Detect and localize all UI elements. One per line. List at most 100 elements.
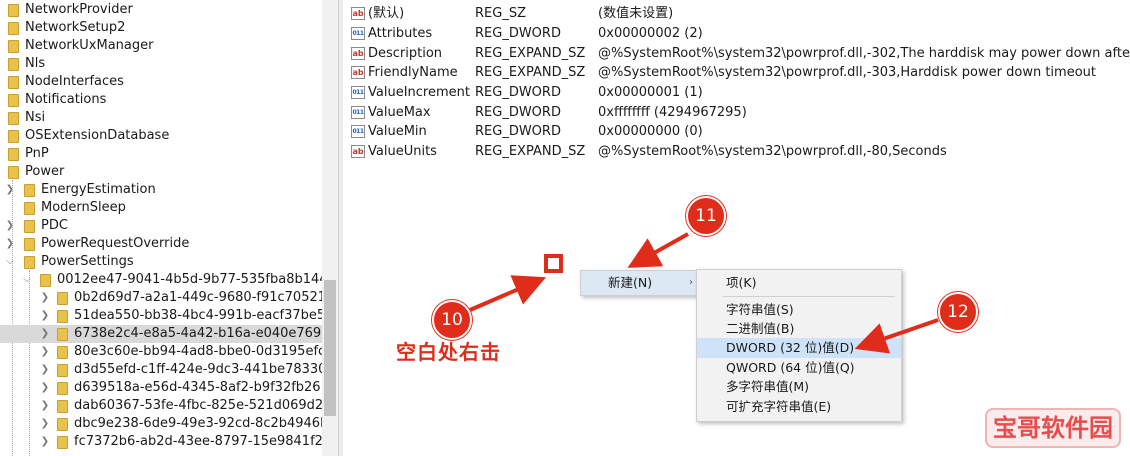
chevron-right-icon[interactable]: ❯ xyxy=(40,397,50,415)
chevron-down-icon[interactable]: ⌵ xyxy=(22,271,32,289)
tree-scrollbar-thumb[interactable] xyxy=(324,280,336,416)
tree-item-powersettings[interactable]: ⌵ PowerSettings xyxy=(0,253,338,271)
click-target-marker xyxy=(544,254,563,273)
tree-item-label: 0b2d69d7-a2a1-449c-9680-f91c70521c60 xyxy=(74,290,338,305)
tree-item-label: dab60367-53fe-4fbc-825e-521d069d2456 xyxy=(74,398,338,413)
tree-item-networkuxmanager[interactable]: NetworkUxManager xyxy=(0,37,338,55)
tree-item-power[interactable]: Power xyxy=(0,163,338,181)
value-data: @%SystemRoot%\system32\powrprof.dll,-303… xyxy=(598,65,1096,80)
chevron-right-icon[interactable]: ❯ xyxy=(40,433,50,451)
tree-item-powerrequestoverride[interactable]: ❯ PowerRequestOverride xyxy=(0,235,338,253)
value-row[interactable]: 011 Attributes REG_DWORD 0x00000002 (2) xyxy=(343,24,1130,43)
chevron-right-icon[interactable]: ❯ xyxy=(40,415,50,433)
folder-icon xyxy=(24,184,35,197)
value-type: REG_EXPAND_SZ xyxy=(475,65,586,80)
submenu-item-dword-value[interactable]: DWORD (32 位)值(D) xyxy=(697,338,901,358)
value-row[interactable]: 011 ValueMax REG_DWORD 0xffffffff (42949… xyxy=(343,103,1130,122)
value-row[interactable]: 011 ValueMin REG_DWORD 0x00000000 (0) xyxy=(343,122,1130,141)
value-row[interactable]: ab FriendlyName REG_EXPAND_SZ @%SystemRo… xyxy=(343,63,1130,82)
value-row[interactable]: ab ValueUnits REG_EXPAND_SZ @%SystemRoot… xyxy=(343,142,1130,161)
value-type: REG_EXPAND_SZ xyxy=(475,144,586,159)
value-row[interactable]: ab (默认) REG_SZ (数值未设置) xyxy=(343,4,1130,23)
tree-item-guid[interactable]: ❯ 0b2d69d7-a2a1-449c-9680-f91c70521c60 xyxy=(0,289,338,307)
chevron-right-icon[interactable]: ❯ xyxy=(40,379,50,397)
binary-value-icon: 011 xyxy=(351,125,365,138)
tree-item-modernsleep[interactable]: ModernSleep xyxy=(0,199,338,217)
chevron-right-icon[interactable]: ❯ xyxy=(40,343,50,361)
tree-item-pnp[interactable]: PnP xyxy=(0,145,338,163)
value-name: FriendlyName xyxy=(368,65,458,80)
tree-item-guid[interactable]: ⌵ 0012ee47-9041-4b5d-9b77-535fba8b1442 xyxy=(0,271,338,289)
folder-icon xyxy=(57,418,68,431)
chevron-down-icon[interactable]: ⌵ xyxy=(5,253,15,271)
tree-item-guid-selected[interactable]: ❯ 6738e2c4-e8a5-4a42-b16a-e040e769756e xyxy=(0,325,338,343)
submenu-item-multi-string-value[interactable]: 多字符串值(M) xyxy=(697,377,901,397)
tree-item-guid[interactable]: ❯ dbc9e238-6de9-49e3-92cd-8c2b4946b472 xyxy=(0,415,338,433)
value-data: 0x00000001 (1) xyxy=(598,85,703,100)
tree-item-guid[interactable]: ❯ 51dea550-bb38-4bc4-991b-eacf37be5ec8 xyxy=(0,307,338,325)
annotation-caption: 空白处右击 xyxy=(396,340,501,364)
tree-item-guid[interactable]: ❯ d3d55efd-c1ff-424e-9dc3-441be7833010 xyxy=(0,361,338,379)
tree-item-guid[interactable]: ❯ 80e3c60e-bb94-4ad8-bbe0-0d3195efc663 xyxy=(0,343,338,361)
folder-icon xyxy=(24,238,35,251)
new-submenu: 项(K) 字符串值(S) 二进制值(B) DWORD (32 位)值(D) QW… xyxy=(696,269,902,422)
value-row[interactable]: ab Description REG_EXPAND_SZ @%SystemRoo… xyxy=(343,44,1130,63)
folder-icon xyxy=(57,328,68,341)
chevron-right-icon[interactable]: ❯ xyxy=(40,325,50,343)
step-badge-10: 10 xyxy=(432,300,472,340)
tree-item-osextensiondatabase[interactable]: OSExtensionDatabase xyxy=(0,127,338,145)
tree-item-nls[interactable]: Nls xyxy=(0,55,338,73)
folder-icon xyxy=(8,40,19,53)
tree-item-networksetup2[interactable]: NetworkSetup2 xyxy=(0,19,338,37)
tree-item-label: NetworkUxManager xyxy=(25,38,154,53)
chevron-right-icon[interactable]: ❯ xyxy=(5,217,15,235)
submenu-item-label: DWORD (32 位)值(D) xyxy=(726,340,855,355)
tree-item-label: NetworkSetup2 xyxy=(25,20,126,35)
tree-item-nodeinterfaces[interactable]: NodeInterfaces xyxy=(0,73,338,91)
tree-item-label: NodeInterfaces xyxy=(25,74,124,89)
chevron-right-icon[interactable]: ❯ xyxy=(5,235,15,253)
tree-item-energyestimation[interactable]: ❯ EnergyEstimation xyxy=(0,181,338,199)
tree-item-guid[interactable]: ❯ d639518a-e56d-4345-8af2-b9f32fb26109 xyxy=(0,379,338,397)
string-value-icon: ab xyxy=(351,47,365,60)
submenu-item-key[interactable]: 项(K) xyxy=(697,273,901,293)
tree-item-notifications[interactable]: Notifications xyxy=(0,91,338,109)
chevron-right-icon[interactable]: ❯ xyxy=(5,181,15,199)
folder-icon xyxy=(57,364,68,377)
value-row[interactable]: 011 ValueIncrement REG_DWORD 0x00000001 … xyxy=(343,83,1130,102)
submenu-item-string-value[interactable]: 字符串值(S) xyxy=(697,300,901,320)
tree-item-pdc[interactable]: ❯ PDC xyxy=(0,217,338,235)
menu-item-label: 新建(N) xyxy=(608,275,653,290)
value-name: ValueMin xyxy=(368,124,427,139)
site-watermark-logo: 宝哥软件园 xyxy=(985,408,1121,448)
tree-item-networkprovider[interactable]: NetworkProvider xyxy=(0,1,338,19)
tree-item-label: fc7372b6-ab2d-43ee-8797-15e9841f2cca xyxy=(74,434,338,449)
value-type: REG_DWORD xyxy=(475,85,561,100)
value-name: ValueIncrement xyxy=(368,85,470,100)
value-data: 0x00000002 (2) xyxy=(598,26,703,41)
submenu-item-binary-value[interactable]: 二进制值(B) xyxy=(697,319,901,339)
binary-value-icon: 011 xyxy=(351,27,365,40)
submenu-item-expandable-string-value[interactable]: 可扩充字符串值(E) xyxy=(697,397,901,417)
tree-item-label: EnergyEstimation xyxy=(41,182,156,197)
folder-open-icon xyxy=(40,274,51,287)
folder-icon xyxy=(8,112,19,125)
tree-item-label: 6738e2c4-e8a5-4a42-b16a-e040e769756e xyxy=(74,326,338,341)
chevron-right-icon[interactable]: ❯ xyxy=(40,307,50,325)
value-type: REG_EXPAND_SZ xyxy=(475,46,586,61)
registry-key-tree[interactable]: NetworkProvider NetworkSetup2 NetworkUxM… xyxy=(0,0,338,456)
string-value-icon: ab xyxy=(351,145,365,158)
value-data: 0xffffffff (4294967295) xyxy=(598,105,747,120)
tree-item-guid[interactable]: ❯ dab60367-53fe-4fbc-825e-521d069d2456 xyxy=(0,397,338,415)
submenu-item-qword-value[interactable]: QWORD (64 位)值(Q) xyxy=(697,358,901,378)
string-value-icon: ab xyxy=(351,66,365,79)
tree-item-nsi[interactable]: Nsi xyxy=(0,109,338,127)
chevron-right-icon[interactable]: ❯ xyxy=(40,361,50,379)
chevron-right-icon[interactable]: ❯ xyxy=(40,289,50,307)
tree-item-label: 80e3c60e-bb94-4ad8-bbe0-0d3195efc663 xyxy=(74,344,338,359)
menu-item-new[interactable]: 新建(N) › xyxy=(581,271,699,295)
tree-item-label: Power xyxy=(25,164,65,179)
folder-icon xyxy=(57,436,68,449)
tree-item-guid[interactable]: ❯ fc7372b6-ab2d-43ee-8797-15e9841f2cca xyxy=(0,433,338,451)
folder-icon xyxy=(57,292,68,305)
